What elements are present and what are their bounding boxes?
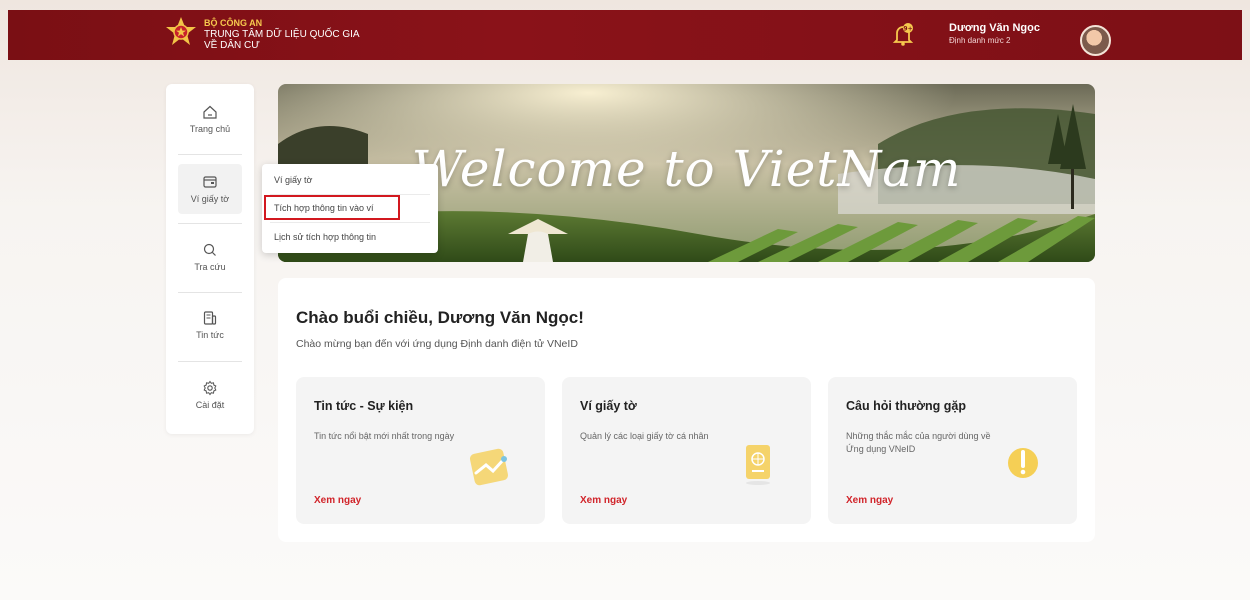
search-icon [203, 243, 216, 256]
sidebar-item-label: Ví giấy tờ [190, 194, 230, 204]
sidebar-item-news[interactable]: Tin tức [166, 310, 254, 368]
home-icon [203, 105, 217, 119]
user-level: Định danh mức 2 [949, 36, 1011, 45]
sidebar: Trang chủ Ví giấy tờ Tra cứu Tin tức Cài… [166, 84, 254, 434]
sidebar-item-wallet[interactable]: Ví giấy tờ [178, 164, 242, 214]
greeting-subtitle: Chào mừng bạn đến với ứng dụng Định danh… [296, 338, 578, 350]
dropdown-item-wallet[interactable]: Ví giấy tờ [274, 175, 312, 185]
feature-card-faq[interactable]: Câu hỏi thường gặp Những thắc mắc của ng… [828, 377, 1077, 524]
dropdown-item-integration-history[interactable]: Lịch sử tích hợp thông tin [274, 232, 376, 242]
divider [178, 292, 242, 293]
user-name[interactable]: Dương Văn Ngọc [949, 22, 1040, 34]
feature-description: Quản lý các loại giấy tờ cá nhân [580, 431, 709, 441]
divider [178, 154, 242, 155]
feature-description: Tin tức nổi bật mới nhất trong ngày [314, 431, 455, 441]
news-feature-icon [469, 448, 509, 486]
sidebar-item-label: Tin tức [196, 330, 224, 340]
divider [178, 223, 242, 224]
greeting-title: Chào buổi chiều, Dương Văn Ngọc! [296, 308, 584, 327]
feature-title: Câu hỏi thường gặp [846, 399, 967, 413]
news-icon [203, 311, 217, 325]
view-now-link[interactable]: Xem ngay [580, 495, 627, 506]
sidebar-item-settings[interactable]: Cài đặt [166, 380, 254, 438]
sidebar-item-label: Tra cứu [194, 262, 226, 272]
divider [270, 222, 430, 223]
police-emblem-logo[interactable] [163, 15, 199, 51]
avatar[interactable] [1080, 25, 1111, 56]
svg-text:9+: 9+ [903, 26, 912, 33]
org-line-1: BỘ CÔNG AN [204, 18, 263, 28]
highlight-box [264, 195, 400, 220]
gear-icon [203, 380, 217, 396]
sidebar-item-label: Cài đặt [195, 400, 225, 410]
feature-description: Những thắc mắc của người dùng về Ứng dụn… [846, 431, 991, 454]
main-card: Chào buổi chiều, Dương Văn Ngọc! Chào mừ… [278, 278, 1095, 542]
wallet-icon [203, 176, 217, 188]
sidebar-item-label: Trang chủ [189, 124, 231, 134]
divider [178, 361, 242, 362]
feature-card-news[interactable]: Tin tức - Sự kiện Tin tức nổi bật mới nh… [296, 377, 545, 524]
feature-card-wallet[interactable]: Ví giấy tờ Quản lý các loại giấy tờ cá n… [562, 377, 811, 524]
org-line-2: TRUNG TÂM DỮ LIỆU QUỐC GIA [204, 29, 360, 40]
feature-title: Ví giấy tờ [580, 399, 637, 413]
organization-name: BỘ CÔNG AN TRUNG TÂM DỮ LIỆU QUỐC GIA VỀ… [204, 18, 360, 51]
faq-exclamation-icon [1008, 448, 1038, 478]
passport-icon [746, 445, 770, 485]
feature-title: Tin tức - Sự kiện [314, 399, 414, 413]
view-now-link[interactable]: Xem ngay [846, 495, 893, 506]
bell-icon[interactable]: 9+ [890, 22, 916, 48]
top-header: BỘ CÔNG AN TRUNG TÂM DỮ LIỆU QUỐC GIA VỀ… [8, 10, 1242, 60]
view-now-link[interactable]: Xem ngay [314, 495, 361, 506]
org-line-3: VỀ DÂN CƯ [204, 40, 260, 51]
